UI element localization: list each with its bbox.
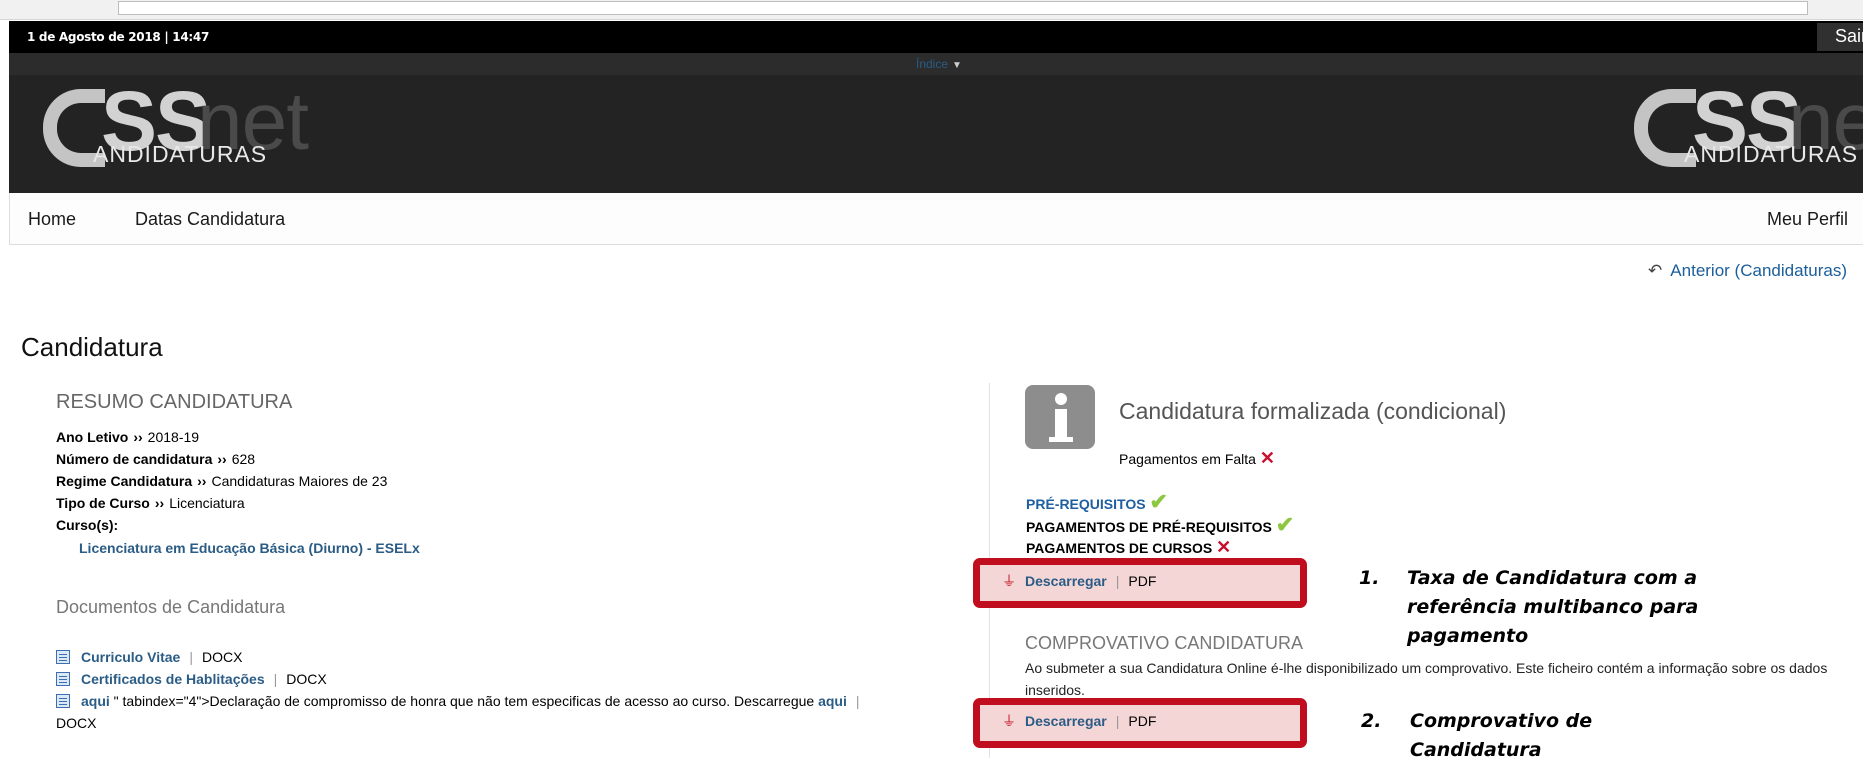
logo-andidaturas: ANDIDATURAS [93, 141, 268, 167]
document-row: Certificados de Hablitações | DOCX [56, 668, 327, 690]
x-mark-icon: ✕ [1259, 448, 1275, 468]
row-label: Regime Candidatura [56, 473, 193, 489]
annotation-line: Comprovativo de [1410, 710, 1593, 732]
document-description: " tabindex="4">Declaração de compromisso… [109, 693, 819, 709]
comprovativo-text: Ao submeter a sua Candidatura Online é-l… [1025, 660, 1828, 698]
row-value: Candidaturas Maiores de 23 [211, 473, 388, 489]
resumo-row: Número de candidatura ›› 628 [56, 448, 387, 470]
highlight-box-1: ⏚ Descarregar | PDF [973, 558, 1307, 608]
document-link[interactable]: Curriculo Vitae [81, 649, 180, 665]
documents-heading: Documentos de Candidatura [56, 597, 286, 617]
annotation-1: Taxa de Candidatura com a referência mul… [1407, 564, 1698, 651]
resumo-row: Curso(s): [56, 514, 387, 536]
word-document-icon [56, 650, 70, 664]
download-bar: ⏚ Descarregar | PDF [980, 705, 1300, 741]
address-bar[interactable] [118, 1, 1808, 15]
back-link[interactable]: ↶ Anterior (Candidaturas) [1648, 261, 1847, 281]
annotation-line: Candidatura [1410, 739, 1542, 761]
annotation-number-2: 2. [1361, 710, 1382, 732]
back-link-label: Anterior (Candidaturas) [1670, 261, 1847, 280]
annotation-line: pagamento [1407, 625, 1529, 647]
menu-bar: Índice ▼ [9, 53, 1863, 75]
page-title: Candidatura [21, 332, 163, 362]
resumo-row: Tipo de Curso ›› Licenciatura [56, 492, 387, 514]
site-header: SS net ANDIDATURAS SS net ANDIDATURAS [9, 74, 1863, 193]
comprovativo-heading: COMPROVATIVO CANDIDATURA [1025, 633, 1304, 653]
row-label: Tipo de Curso [56, 495, 150, 511]
document-link[interactable]: aqui [81, 693, 110, 709]
info-icon [1025, 385, 1095, 449]
logout-button[interactable]: Sair [1817, 23, 1863, 51]
courses-label: Curso(s): [56, 517, 119, 533]
row-sep: ›› [154, 495, 165, 511]
annotation-number-1: 1. [1359, 567, 1380, 589]
row-value: 2018-19 [147, 429, 200, 445]
separator: | [1115, 573, 1120, 589]
status-subtitle-text: Pagamentos em Falta [1119, 451, 1256, 467]
menu-toggle[interactable]: Índice ▼ [916, 57, 962, 71]
row-value: 628 [231, 451, 256, 467]
document-type: DOCX [286, 671, 327, 687]
cssnet-logo-right: SS net ANDIDATURAS [1634, 74, 1863, 179]
course-link[interactable]: Licenciatura em Educação Básica (Diurno)… [79, 540, 420, 556]
resumo-heading: RESUMO CANDIDATURA [56, 391, 293, 413]
resumo-list: Ano Letivo ›› 2018-19 Número de candidatur… [56, 426, 387, 536]
word-document-icon [56, 672, 70, 686]
pdf-icon: ⏚ [1002, 573, 1016, 589]
document-type: DOCX [56, 715, 97, 731]
download-bar: ⏚ Descarregar | PDF [980, 565, 1300, 601]
document-row: aqui " tabindex="4">Declaração de compro… [56, 690, 956, 734]
cssnet-logo-left: SS net ANDIDATURAS [43, 74, 309, 179]
logo-andidaturas: ANDIDATURAS [1684, 141, 1859, 167]
nav-home[interactable]: Home [28, 209, 76, 230]
requirement-label: PAGAMENTOS DE PRÉ-REQUISITOS [1026, 519, 1272, 535]
status-title: Candidatura formalizada (condicional) [1119, 398, 1507, 424]
annotation-line: Taxa de Candidatura com a [1407, 567, 1698, 589]
status-subtitle: Pagamentos em Falta ✕ [1119, 448, 1275, 469]
check-icon: ✔ [1275, 512, 1295, 537]
download-type: PDF [1128, 573, 1157, 589]
requirement-label: PAGAMENTOS DE CURSOS [1026, 540, 1213, 556]
datetime-text: 1 de Agosto de 2018 | 14:47 [27, 30, 209, 44]
annotation-line: referência multibanco para [1407, 596, 1699, 618]
nav-datas-candidatura[interactable]: Datas Candidatura [135, 209, 285, 230]
menu-label: Índice [916, 57, 949, 71]
download-link[interactable]: Descarregar [1025, 713, 1107, 729]
top-bar: 1 de Agosto de 2018 | 14:47 Sair [9, 21, 1863, 53]
separator: | [189, 649, 193, 665]
document-link[interactable]: Certificados de Hablitações [81, 671, 265, 687]
pdf-icon: ⏚ [1002, 713, 1016, 729]
resumo-row: Ano Letivo ›› 2018-19 [56, 426, 387, 448]
download-type: PDF [1128, 713, 1157, 729]
annotation-2: Comprovativo de Candidatura [1410, 707, 1592, 765]
highlight-box-2: ⏚ Descarregar | PDF [973, 698, 1307, 748]
row-label: Número de candidatura [56, 451, 213, 467]
row-sep: ›› [217, 451, 227, 467]
separator: | [273, 671, 278, 687]
row-sep: ›› [133, 429, 143, 445]
row-label: Ano Letivo [56, 429, 129, 445]
requirement-label: PRÉ-REQUISITOS [1026, 496, 1146, 512]
separator: | [1115, 713, 1120, 729]
back-arrow-icon: ↶ [1648, 261, 1663, 280]
caret-down-icon: ▼ [952, 60, 962, 71]
document-row: Curriculo Vitae | DOCX [56, 646, 242, 668]
main-nav: Home Datas Candidatura Meu Perfil [9, 193, 1863, 245]
resumo-row: Regime Candidatura ›› Candidaturas Maiores… [56, 470, 387, 492]
browser-toolbar [0, 0, 1863, 20]
document-type: DOCX [201, 649, 243, 665]
separator: | [855, 693, 860, 709]
x-mark-icon: ✕ [1216, 537, 1232, 557]
row-sep: ›› [197, 473, 207, 489]
requirement-item: PAGAMENTOS DE CURSOS ✕ [1026, 536, 1231, 560]
row-value: Licenciatura [169, 495, 245, 511]
check-icon: ✔ [1149, 489, 1168, 514]
download-here-link[interactable]: aqui [818, 693, 847, 709]
download-link[interactable]: Descarregar [1025, 573, 1107, 589]
nav-meu-perfil[interactable]: Meu Perfil [1767, 209, 1848, 230]
word-document-icon [56, 694, 70, 708]
